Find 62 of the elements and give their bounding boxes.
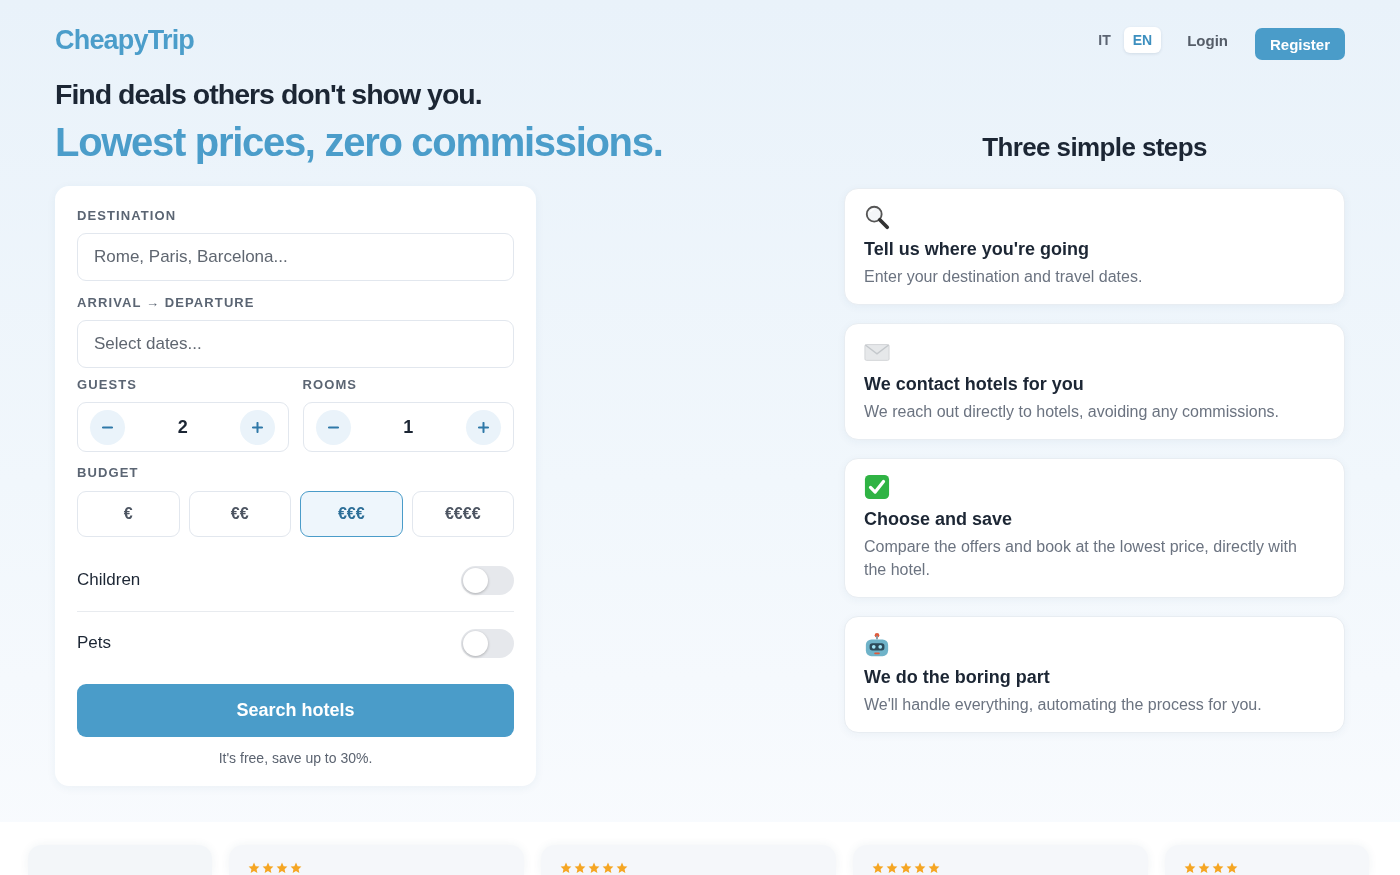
toggle-switch[interactable] [461,565,514,595]
star-icon [1184,862,1196,874]
star-icon [616,862,628,874]
field-label: DESTINATION [77,208,178,224]
budget-option[interactable]: €€ [188,491,291,537]
budget-option[interactable]: €€€ [300,491,403,537]
section-title: Three simple steps [981,132,1208,162]
headline: Find deals others don't show you. [55,77,482,111]
plus-icon [478,421,489,433]
step-text: Compare the offers and book at the lowest price, directly with the hotel. [864,537,1298,580]
star-icon [872,862,884,874]
counter-value: 2 [177,416,188,438]
register-button[interactable]: Register [1255,28,1345,60]
star-icon [248,862,260,874]
star-icon [262,862,274,874]
language-button[interactable]: EN [1123,27,1162,53]
star-icon [560,862,572,874]
dates-field[interactable]: Select dates... [77,320,514,368]
decrement-button[interactable] [315,409,351,445]
increment-button[interactable] [240,409,276,445]
note-text: It's free, save up to 30%. [217,750,374,766]
step-title: Choose and save [864,508,1014,531]
field-label: BUDGET [77,465,140,481]
robot-icon [864,632,890,658]
field-label: ROOMS [302,377,359,393]
field-label: ARRIVAL → DEPARTURE [77,295,256,311]
step-title: We do the boring part [864,666,1051,689]
star-icon [588,862,600,874]
star-icon [914,862,926,874]
toggle-label: Pets [77,633,112,653]
plus-icon [252,421,264,433]
star-icon [1198,862,1210,874]
tagline: Lowest prices, zero commissions. [55,119,663,166]
decrement-button[interactable] [90,409,125,445]
step-text: We'll handle everything, automating the process for you. [864,695,1263,715]
star-icon [602,862,614,874]
step-title: We contact hotels for you [864,373,1085,396]
star-icon [1226,862,1238,874]
logo-text[interactable]: CheapyTrip [55,24,195,56]
check-icon [864,474,890,500]
budget-option[interactable]: €€€€ [411,491,514,537]
step-text: Enter your destination and travel dates. [864,267,1144,287]
star-icon [276,862,288,874]
star-icon [900,862,912,874]
increment-button[interactable] [466,409,501,445]
toggle-switch[interactable] [461,628,514,658]
magnifier-icon [864,204,890,230]
star-icon [928,862,940,874]
language-button[interactable]: IT [1089,27,1120,53]
star-icon [1212,862,1224,874]
star-icon [290,862,302,874]
toggle-label: Children [77,570,141,590]
star-icon [574,862,586,874]
star-icon [886,862,898,874]
step-text: We reach out directly to hotels, avoiding any commissions. [864,402,1280,422]
step-title: Tell us where you're going [864,238,1090,261]
field-label: GUESTS [77,377,139,393]
login-link[interactable]: Login [1187,31,1228,49]
search-button[interactable]: Search hotels [77,684,514,737]
destination-field[interactable]: Rome, Paris, Barcelona... [77,233,514,281]
budget-option[interactable]: € [77,491,180,537]
counter-value: 1 [403,416,414,438]
